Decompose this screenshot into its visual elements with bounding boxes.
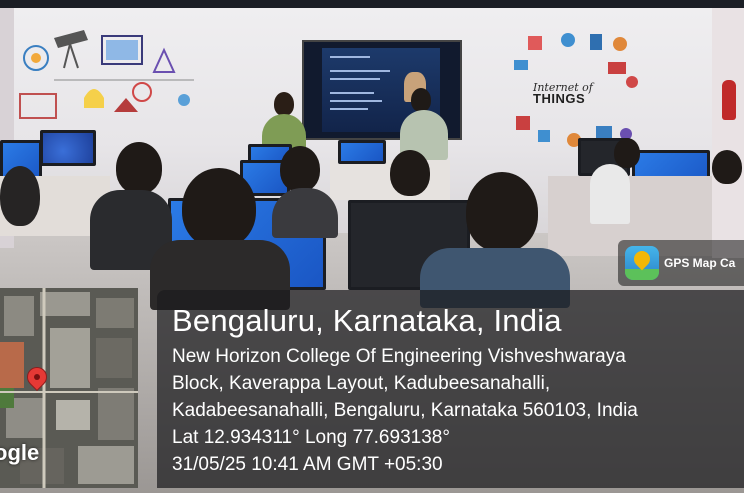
- address-line: Kadabeesanahalli, Bengaluru, Karnataka 5…: [172, 400, 638, 421]
- address-line: New Horizon College Of Engineering Vishv…: [172, 346, 626, 367]
- iot-mural-label: Internet of THINGS: [533, 82, 593, 106]
- science-mural: [19, 30, 194, 119]
- monitor: [338, 140, 386, 164]
- gps-app-name: GPS Map Ca: [664, 256, 736, 270]
- iot-mural-text-bottom: THINGS: [533, 91, 586, 106]
- top-strip: [0, 0, 744, 8]
- map-attribution: ogle: [0, 440, 40, 465]
- gps-map-camera-icon: [625, 246, 659, 280]
- right-pillar: [712, 8, 744, 258]
- monitor: [40, 130, 96, 166]
- address-line: Block, Kaverappa Layout, Kadubeesanahall…: [172, 373, 551, 394]
- location-title: Bengaluru, Karnataka, India: [172, 303, 562, 338]
- fire-extinguisher: [722, 80, 736, 120]
- coordinates: Lat 12.934311° Long 77.693138°: [172, 427, 450, 448]
- timestamp: 31/05/25 10:41 AM GMT +05:30: [172, 454, 443, 475]
- classroom-photo: Internet of THINGS GPS Map Ca ogle Benga…: [0, 0, 744, 493]
